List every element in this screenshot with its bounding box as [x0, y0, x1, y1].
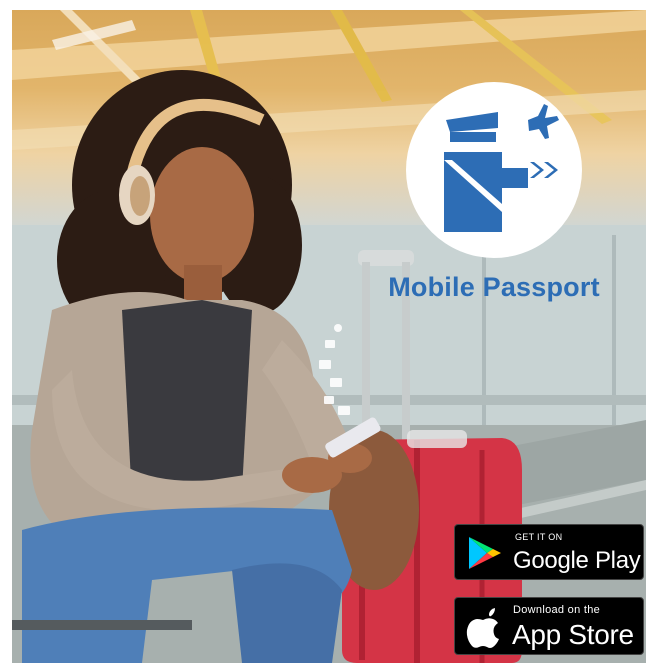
mobile-passport-logo	[406, 82, 582, 258]
app-store-badge[interactable]: Download on the App Store	[454, 597, 644, 655]
apple-badge-big-text: App Store	[512, 619, 634, 650]
google-badge-small-text: GET IT ON	[515, 532, 563, 542]
apple-badge-small-text: Download on the	[513, 604, 601, 616]
ad-image: Mobile Passport GET IT ON Google Play Do…	[0, 0, 646, 663]
customs-officer-plane-icon	[444, 104, 559, 232]
brand-title: Mobile Passport	[388, 272, 600, 302]
apple-icon	[466, 608, 499, 648]
google-play-badge[interactable]: GET IT ON Google Play	[454, 524, 644, 580]
google-badge-big-text: Google Play	[513, 547, 641, 574]
google-play-icon	[469, 537, 501, 569]
